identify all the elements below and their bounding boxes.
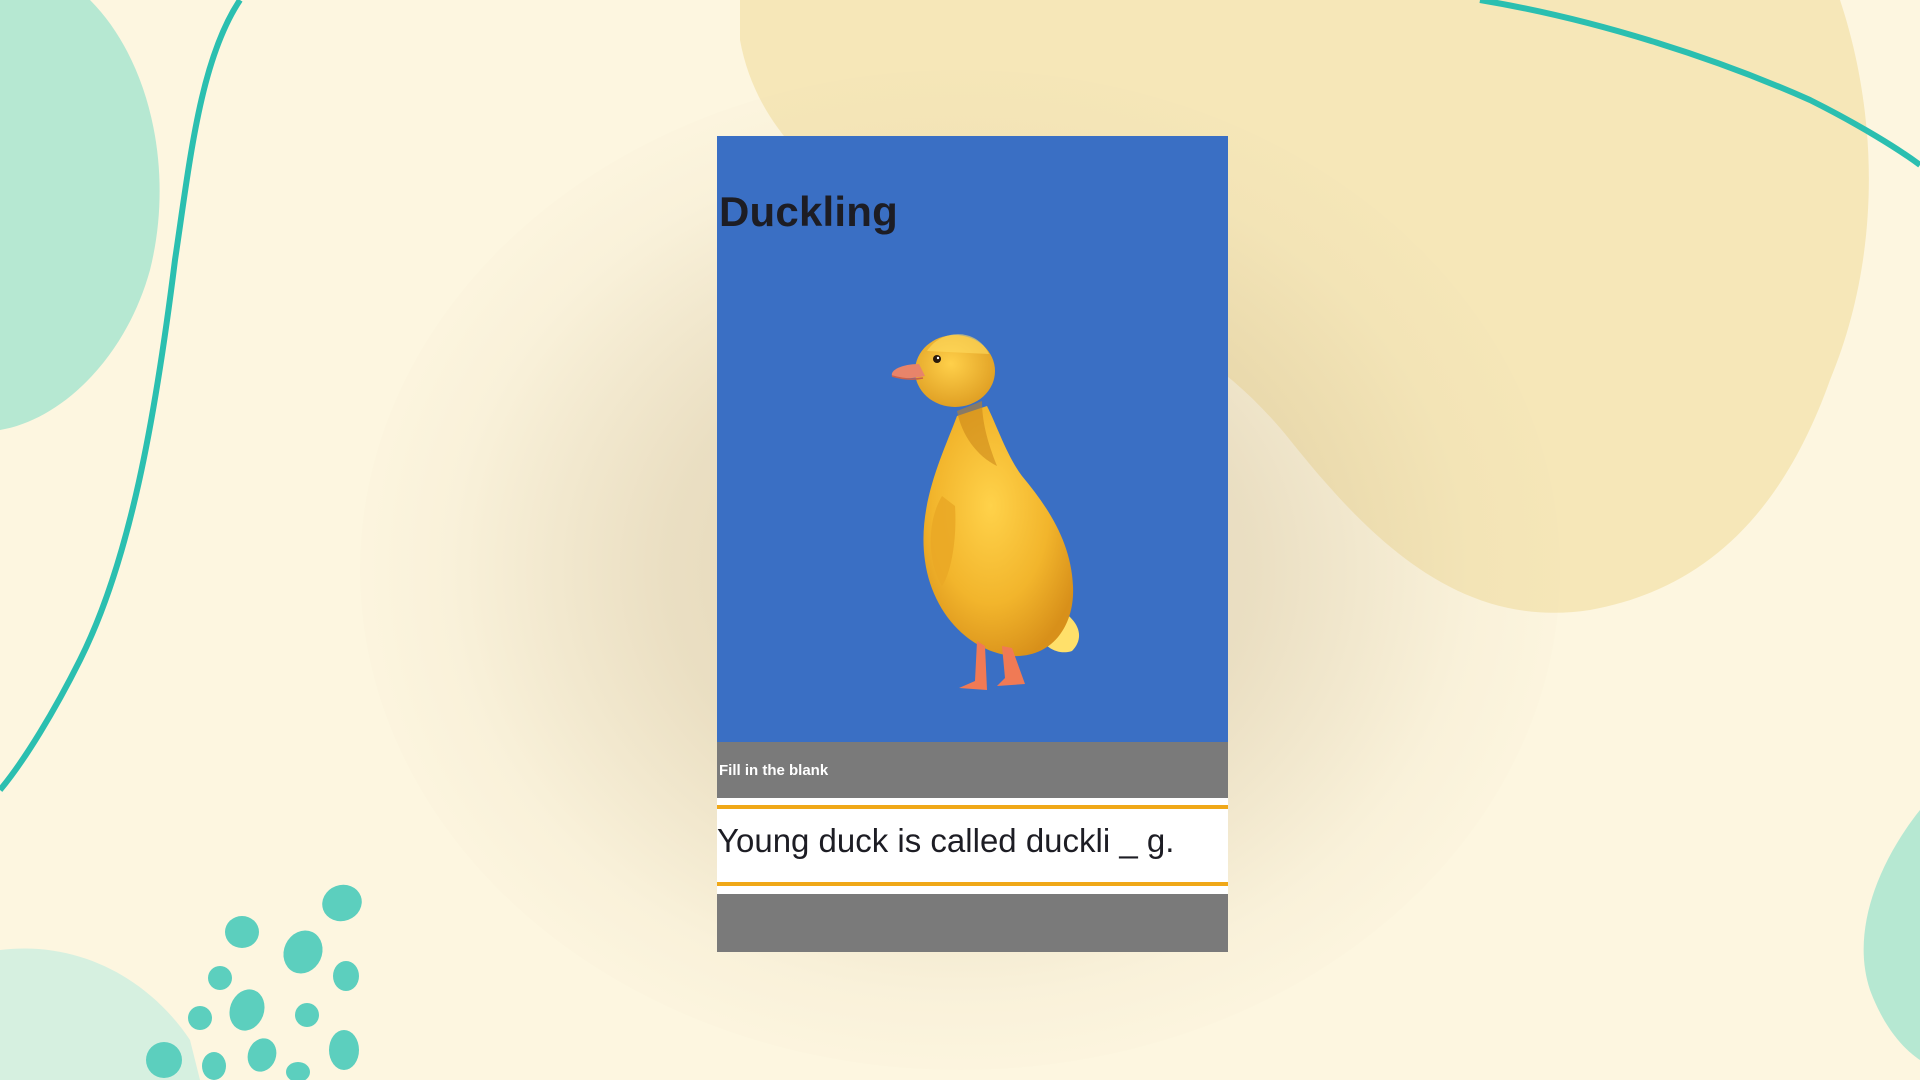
card-photo-area: Duckling — [717, 136, 1228, 742]
top-divider — [717, 805, 1228, 809]
prompt-bar: Fill in the blank — [717, 742, 1228, 798]
bottom-divider — [717, 882, 1228, 886]
mint-blob-right — [1863, 810, 1920, 1060]
sentence-box: Young duck is called duckli _ g. — [717, 798, 1228, 894]
mint-blob-top-left — [0, 0, 160, 430]
duckling-image — [891, 334, 1080, 690]
card-title: Duckling — [719, 188, 898, 235]
flashcard: Duckling Fill in the blank Young duck is… — [717, 136, 1228, 952]
fill-in-sentence: Young duck is called duckli _ g. — [717, 822, 1175, 859]
prompt-label: Fill in the blank — [719, 762, 829, 779]
footer-bar — [717, 894, 1228, 952]
